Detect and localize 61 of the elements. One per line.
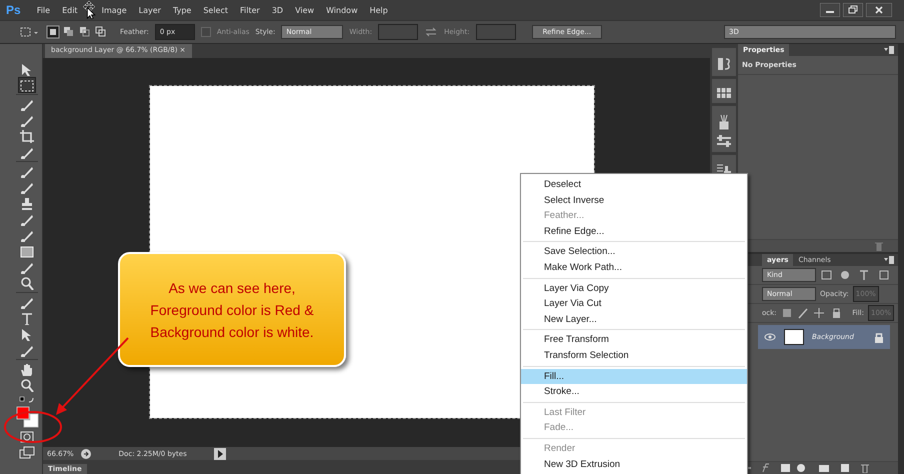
menu-item[interactable]: Help (370, 6, 388, 14)
play-icon[interactable] (214, 448, 226, 460)
menu-item[interactable]: Transform Selection (521, 348, 747, 364)
menu-item[interactable]: Layer (138, 6, 161, 14)
marquee-icon[interactable] (19, 78, 35, 92)
quick-mask-icon[interactable] (19, 430, 35, 444)
menu-item[interactable]: Free Transform (521, 332, 747, 348)
anti-alias-checkbox[interactable] (200, 27, 211, 37)
menu-item[interactable]: New 3D Extrusion (521, 456, 747, 472)
menu-item[interactable]: Deselect (521, 177, 747, 193)
menu-item[interactable]: Image (102, 6, 127, 14)
crop-icon[interactable] (19, 129, 35, 143)
type-icon[interactable] (19, 311, 35, 325)
menu-item[interactable]: Edit (62, 6, 78, 14)
gradient-icon[interactable] (19, 244, 35, 258)
swap-icon[interactable] (424, 26, 438, 38)
swatches-icon[interactable] (716, 87, 732, 99)
callout: As we can see here, Foreground color is Red & Background color is white. (118, 252, 346, 367)
lock-options-drawing[interactable] (780, 307, 843, 319)
app-logo: Ps (6, 3, 21, 17)
hand-icon[interactable] (19, 362, 35, 376)
height-field[interactable] (476, 24, 516, 40)
panel-menu-icon[interactable] (884, 46, 894, 54)
menu-item[interactable]: Select (203, 6, 228, 14)
intersect-selection-icon[interactable] (94, 25, 108, 39)
menu-item[interactable]: Save Selection... (521, 244, 747, 260)
panel-menu-icon[interactable] (884, 256, 894, 264)
menu-item[interactable]: Refine Edge... (521, 224, 747, 240)
menu-item[interactable]: Layer Via Copy (521, 280, 747, 296)
menu-item[interactable]: Window (326, 6, 358, 14)
add-selection-icon[interactable] (62, 25, 76, 39)
export-icon[interactable] (80, 448, 92, 460)
menu-item[interactable]: Filter (240, 6, 260, 14)
visibility-icon[interactable] (764, 332, 776, 342)
menu-item[interactable]: Stroke... (521, 384, 747, 400)
highlight-ellipse (4, 411, 62, 443)
menu-item[interactable]: New Layer... (521, 312, 747, 328)
subtract-selection-icon[interactable] (78, 25, 92, 39)
default-colors-icon[interactable] (19, 396, 35, 404)
close-icon[interactable] (866, 3, 892, 17)
menu-item[interactable]: 3D (272, 6, 284, 14)
lock-icon[interactable] (874, 332, 884, 342)
minimize-icon[interactable] (820, 3, 840, 17)
new-selection-icon[interactable] (46, 25, 60, 39)
move-cursor-icon (81, 1, 97, 19)
menu-item[interactable]: Make Work Path... (521, 260, 747, 276)
screen-mode-icon[interactable] (19, 446, 35, 460)
marquee-icon[interactable] (18, 25, 40, 39)
menu-item[interactable]: File (36, 6, 50, 14)
menu-item[interactable]: Type (172, 6, 192, 14)
history-icon[interactable] (716, 56, 732, 72)
menu-item[interactable]: Fill... (521, 368, 747, 384)
restore-icon[interactable] (843, 3, 863, 17)
width-field[interactable] (378, 24, 418, 40)
zoom-icon[interactable] (19, 378, 35, 392)
menu-item[interactable]: Select Inverse (521, 192, 747, 208)
sliders-icon[interactable] (716, 134, 732, 148)
menu-item[interactable]: View (295, 6, 314, 14)
menu-item[interactable]: Layer Via Cut (521, 296, 747, 312)
layer-thumbnail (784, 329, 804, 345)
stamp-icon[interactable] (19, 196, 35, 210)
